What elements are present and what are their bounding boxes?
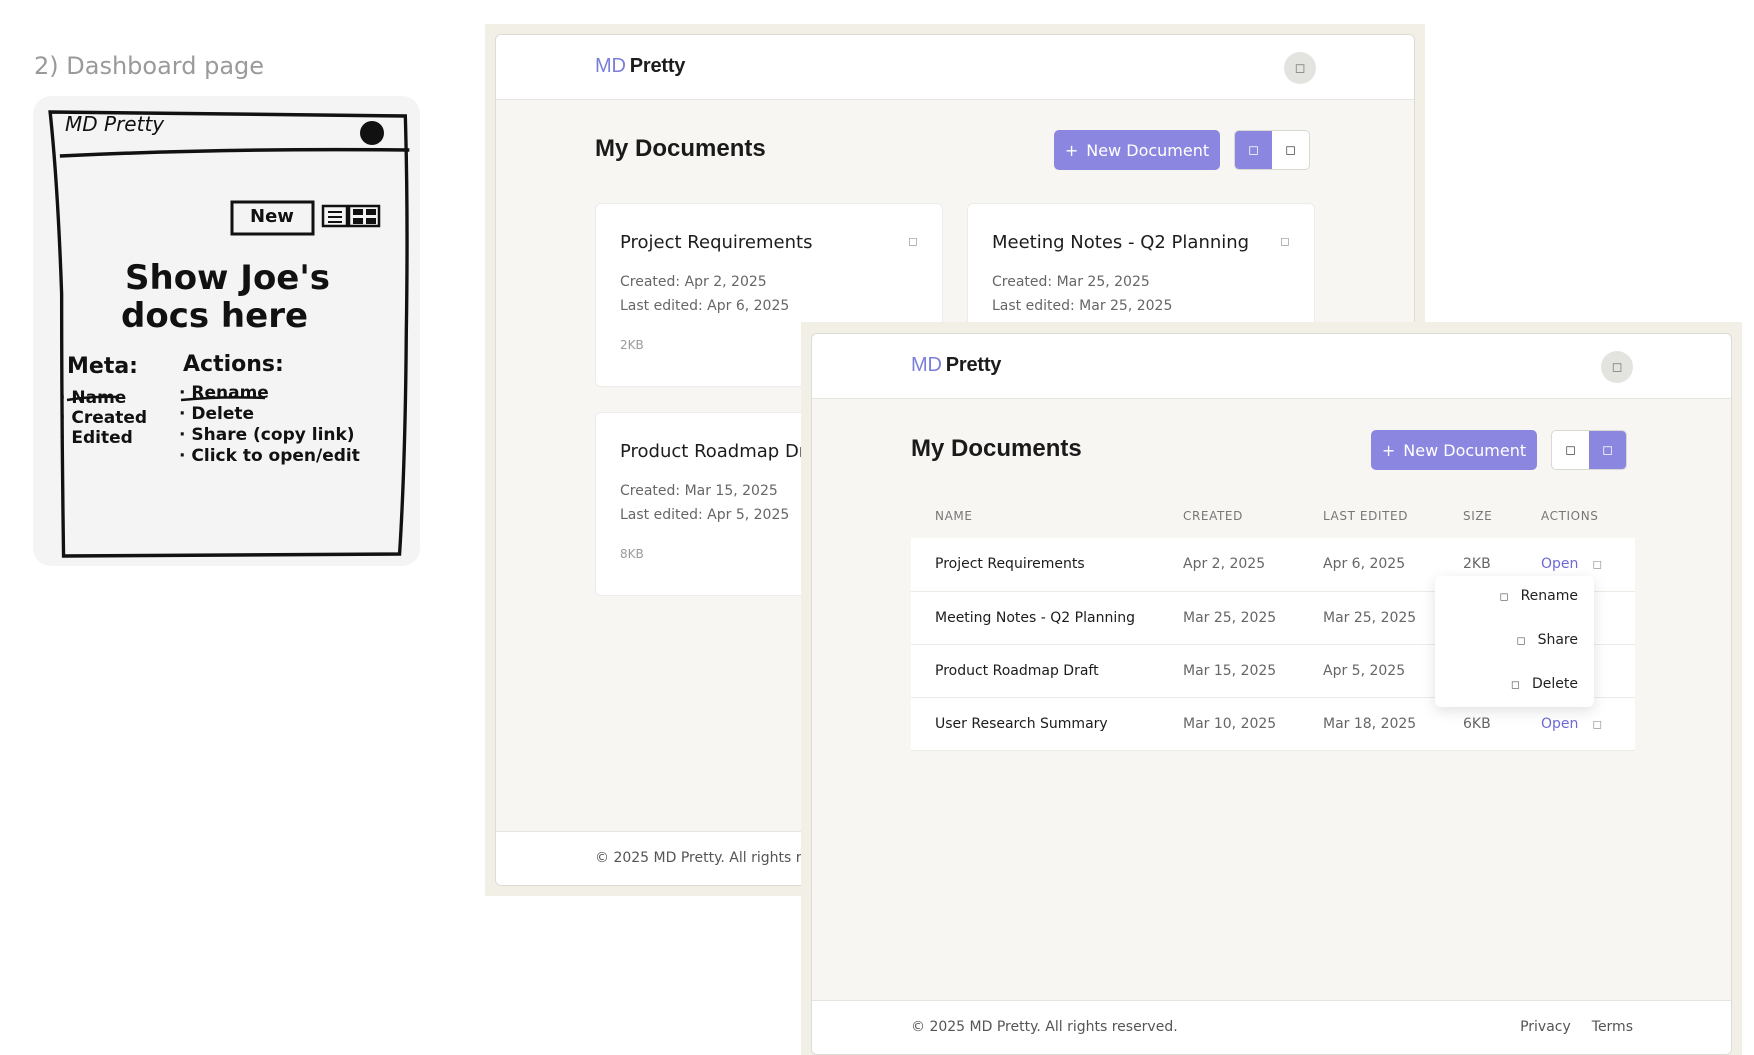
wireframe-sketch: MD Pretty New Show Joe's docs here Meta:… — [33, 96, 420, 566]
terms-link[interactable]: Terms — [1592, 1019, 1633, 1035]
card-title: Product Roadmap Dr — [620, 441, 807, 462]
more-options-icon[interactable]: ◻ — [1592, 557, 1602, 571]
menu-item-delete[interactable]: ◻ Delete — [1511, 676, 1578, 692]
view-toggle: ◻ ◻ — [1234, 130, 1310, 170]
list-view-icon[interactable]: ◻ — [1272, 131, 1309, 169]
doc-edited: Apr 6, 2025 — [1299, 538, 1439, 592]
grid-view-icon[interactable]: ◻ — [1552, 431, 1589, 469]
user-icon: ◻ — [1294, 60, 1306, 75]
new-document-button[interactable]: + New Document — [1371, 430, 1537, 470]
share-icon: ◻ — [1516, 633, 1526, 647]
card-edited: Last edited: Mar 25, 2025 — [992, 298, 1173, 314]
footer-copyright: © 2025 MD Pretty. All rights re — [595, 850, 810, 866]
sketch-headline-1: Show Joe's — [125, 258, 331, 298]
sketch-meta-item: · Created — [59, 408, 148, 428]
plus-icon: + — [1064, 140, 1079, 160]
column-header-name[interactable]: NAME — [911, 494, 1159, 538]
doc-edited: Apr 5, 2025 — [1299, 644, 1439, 698]
sketch-meta-title: Meta: — [67, 354, 138, 379]
doc-edited: Mar 25, 2025 — [1299, 591, 1439, 645]
more-options-icon[interactable]: ◻ — [1592, 717, 1602, 731]
privacy-link[interactable]: Privacy — [1520, 1019, 1571, 1035]
open-link[interactable]: Open — [1541, 716, 1578, 732]
doc-name[interactable]: Project Requirements — [911, 538, 1159, 592]
card-title: Project Requirements — [620, 232, 813, 253]
column-header-created[interactable]: CREATED — [1159, 494, 1299, 538]
sketch-new-button: New — [250, 206, 294, 227]
doc-created: Mar 15, 2025 — [1159, 644, 1299, 698]
new-document-button[interactable]: + New Document — [1054, 130, 1220, 170]
section-label: 2) Dashboard page — [34, 52, 265, 80]
column-header-last-edited[interactable]: LAST EDITED — [1299, 494, 1439, 538]
sketch-avatar-icon — [360, 121, 384, 145]
app-header: MD Pretty ◻ — [812, 334, 1731, 399]
doc-name[interactable]: User Research Summary — [911, 697, 1159, 751]
list-view-app: MD Pretty ◻ My Documents + New Document ◻… — [811, 333, 1732, 1055]
list-view-icon[interactable]: ◻ — [1589, 431, 1626, 469]
footer-links: Privacy Terms — [1520, 1019, 1633, 1035]
more-options-icon[interactable]: ◻ — [908, 234, 918, 248]
doc-created: Apr 2, 2025 — [1159, 538, 1299, 592]
edit-icon: ◻ — [1499, 589, 1509, 603]
card-created: Created: Mar 25, 2025 — [992, 274, 1150, 290]
page-title: My Documents — [911, 435, 1082, 462]
menu-item-share[interactable]: ◻ Share — [1516, 632, 1578, 648]
sketch-meta-item: · Edited — [59, 428, 133, 448]
user-avatar-button[interactable]: ◻ — [1601, 351, 1633, 383]
plus-icon: + — [1381, 440, 1396, 460]
sketch-actions-list: · Rename · Delete · Share (copy link) · … — [179, 383, 360, 467]
logo[interactable]: MD Pretty — [911, 354, 1001, 377]
sketch-headline-2: docs here — [121, 296, 309, 336]
footer-copyright: © 2025 MD Pretty. All rights reserved. — [911, 1019, 1178, 1035]
doc-name[interactable]: Meeting Notes - Q2 Planning — [911, 591, 1159, 645]
card-created: Created: Mar 15, 2025 — [620, 483, 778, 499]
row-actions-dropdown: ◻ Rename ◻ Share ◻ Delete — [1435, 576, 1594, 707]
app-footer: © 2025 MD Pretty. All rights reserved. P… — [812, 1000, 1731, 1054]
card-size: 2KB — [620, 338, 644, 352]
sketch-meta-item: · Name — [59, 388, 127, 408]
card-size: 8KB — [620, 547, 644, 561]
doc-name[interactable]: Product Roadmap Draft — [911, 644, 1159, 698]
table-header-row: NAME CREATED LAST EDITED SIZE ACTIONS — [911, 494, 1635, 538]
logo[interactable]: MD Pretty — [595, 55, 685, 78]
sketch-actions-title: Actions: — [183, 352, 284, 377]
card-edited: Last edited: Apr 5, 2025 — [620, 507, 790, 523]
menu-item-rename[interactable]: ◻ Rename — [1499, 588, 1578, 604]
grid-view-icon[interactable]: ◻ — [1235, 131, 1272, 169]
sketch-meta-list: · Name · Created · Edited — [59, 388, 147, 448]
doc-edited: Mar 18, 2025 — [1299, 697, 1439, 751]
trash-icon: ◻ — [1510, 677, 1520, 691]
doc-created: Mar 25, 2025 — [1159, 591, 1299, 645]
sketch-action-item: · Delete — [179, 404, 255, 424]
page-title: My Documents — [595, 135, 766, 162]
card-title: Meeting Notes - Q2 Planning — [992, 232, 1250, 253]
sketch-action-item: · Rename — [179, 383, 269, 403]
card-created: Created: Apr 2, 2025 — [620, 274, 767, 290]
app-header: MD Pretty ◻ — [496, 35, 1414, 100]
column-header-actions: ACTIONS — [1517, 494, 1635, 538]
sketch-action-item: · Share (copy link) — [179, 425, 355, 445]
more-options-icon[interactable]: ◻ — [1280, 234, 1290, 248]
open-link[interactable]: Open — [1541, 556, 1578, 572]
column-header-size[interactable]: SIZE — [1439, 494, 1517, 538]
view-toggle: ◻ ◻ — [1551, 430, 1627, 470]
sketch-action-item: · Click to open/edit — [179, 446, 360, 466]
doc-created: Mar 10, 2025 — [1159, 697, 1299, 751]
user-icon: ◻ — [1611, 359, 1623, 374]
user-avatar-button[interactable]: ◻ — [1284, 52, 1316, 84]
card-edited: Last edited: Apr 6, 2025 — [620, 298, 790, 314]
sketch-logo: MD Pretty — [65, 112, 165, 136]
